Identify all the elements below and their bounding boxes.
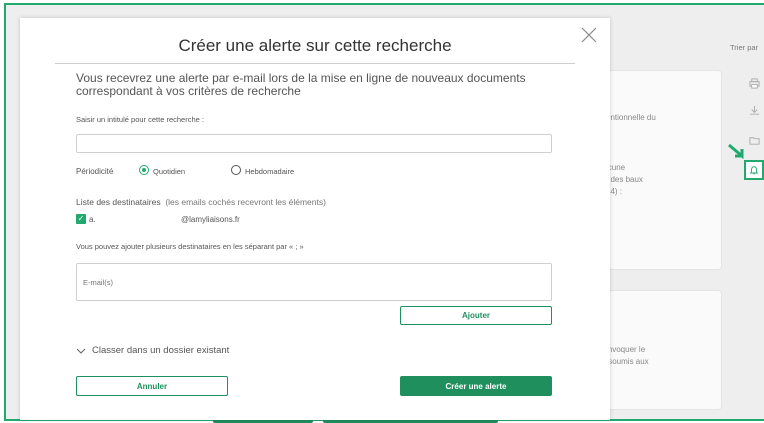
result-snippet: icune t des baux 44) : [606, 163, 643, 196]
download-icon[interactable] [747, 103, 761, 117]
radio-daily[interactable] [139, 165, 149, 175]
recipients-heading-text: Liste des destinataires [76, 197, 161, 207]
checkbox-checked-icon[interactable]: ✓ [76, 214, 86, 224]
recipients-heading-note: (les emails cochés recevront les élément… [165, 197, 326, 207]
divider [55, 63, 575, 64]
add-recipients-hint: Vous pouvez ajouter plusieurs destinatai… [76, 242, 304, 251]
cancel-button[interactable]: Annuler [76, 376, 228, 396]
dialog-title: Créer une alerte sur cette recherche [178, 36, 452, 55]
bell-icon[interactable] [744, 160, 764, 180]
create-alert-dialog: Créer une alerte sur cette recherche Vou… [20, 18, 610, 420]
email-field[interactable] [76, 263, 552, 301]
close-icon[interactable] [578, 24, 600, 46]
arrow-pointer-icon [728, 143, 744, 159]
print-icon[interactable] [747, 76, 761, 90]
title-field-label: Saisir un intitulé pour cette recherche … [76, 115, 204, 124]
result-snippet: invoquer le soumis aux [606, 345, 649, 366]
chevron-down-icon [76, 348, 86, 354]
folder-toggle-label: Classer dans un dossier existant [92, 345, 230, 356]
recipients-heading: Liste des destinataires (les emails coch… [76, 197, 326, 207]
result-snippet: entionnelle du [606, 113, 656, 122]
create-alert-button[interactable]: Créer une alerte [400, 376, 552, 396]
alert-title-input[interactable] [76, 134, 552, 153]
recipient-email-domain: @lamyliaisons.fr [181, 215, 240, 224]
radio-daily-label[interactable]: Quotidien [153, 167, 185, 176]
add-recipient-button[interactable]: Ajouter [400, 306, 552, 325]
radio-weekly-label[interactable]: Hebdomadaire [245, 167, 294, 176]
periodicity-label: Périodicité [76, 167, 114, 176]
intro-text: Vous recevrez une alerte par e-mail lors… [76, 71, 526, 98]
sort-label[interactable]: Trier par [730, 42, 758, 54]
folder-toggle[interactable]: Classer dans un dossier existant [76, 345, 229, 356]
folder-icon[interactable] [747, 133, 761, 147]
radio-weekly[interactable] [231, 165, 241, 175]
recipient-email-local: a. [89, 215, 96, 224]
